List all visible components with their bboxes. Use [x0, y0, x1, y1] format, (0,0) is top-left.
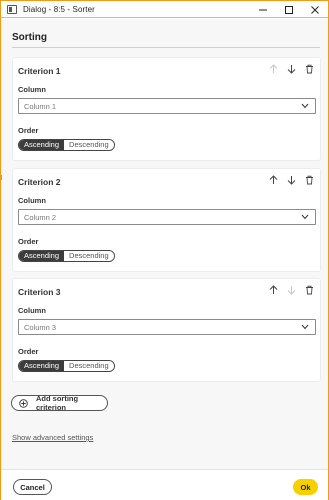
order-descending-option[interactable]: Descending	[64, 140, 114, 150]
minimize-icon[interactable]	[250, 1, 276, 18]
dialog-window: Dialog - 8:5 - Sorter Sorting Criterion …	[0, 0, 329, 500]
order-label: Order	[18, 237, 39, 246]
column-label: Column	[18, 85, 46, 94]
column-select[interactable]: Column 3	[18, 319, 316, 335]
column-select[interactable]: Column 2	[18, 209, 316, 225]
column-label: Column	[18, 196, 46, 205]
order-descending-option[interactable]: Descending	[64, 361, 114, 371]
column-select-value: Column 3	[24, 322, 57, 332]
move-down-icon[interactable]	[286, 174, 296, 185]
move-up-icon[interactable]	[268, 174, 278, 185]
order-ascending-option[interactable]: Ascending	[19, 251, 65, 261]
dialog-content: Sorting Criterion 1 Column Column 1 Orde…	[1, 19, 328, 469]
order-toggle: Ascending Descending	[18, 139, 115, 151]
cancel-button[interactable]: Cancel	[13, 479, 52, 495]
move-up-icon[interactable]	[268, 284, 278, 295]
criterion-card-1: Criterion 1 Column Column 1 Order Ascend…	[12, 57, 321, 161]
add-circle-icon	[19, 398, 28, 408]
dialog-footer: Cancel Ok	[1, 469, 328, 500]
order-ascending-option[interactable]: Ascending	[19, 140, 65, 150]
add-sorting-criterion-button[interactable]: Add sorting criterion	[11, 394, 108, 412]
move-up-icon[interactable]	[268, 63, 278, 74]
page-title: Sorting	[12, 32, 47, 43]
move-down-icon[interactable]	[286, 284, 296, 295]
criterion-card-2: Criterion 2 Column Column 2 Order Ascend…	[12, 168, 321, 272]
column-select-value: Column 1	[24, 101, 57, 111]
column-select[interactable]: Column 1	[18, 98, 316, 114]
column-label: Column	[18, 306, 46, 315]
column-select-value: Column 2	[24, 212, 57, 222]
delete-icon[interactable]	[304, 63, 314, 74]
heading-divider	[12, 47, 320, 48]
title-bar[interactable]: Dialog - 8:5 - Sorter	[1, 1, 328, 18]
close-icon[interactable]	[302, 1, 328, 18]
window-controls	[250, 1, 328, 18]
delete-icon[interactable]	[304, 174, 314, 185]
delete-icon[interactable]	[304, 284, 314, 295]
app-icon	[7, 4, 17, 14]
criterion-title: Criterion 2	[18, 177, 61, 187]
order-label: Order	[18, 126, 39, 135]
order-toggle: Ascending Descending	[18, 360, 115, 372]
chevron-down-icon	[301, 324, 309, 330]
order-toggle: Ascending Descending	[18, 250, 115, 262]
move-down-icon[interactable]	[286, 63, 296, 74]
criterion-title: Criterion 3	[18, 287, 61, 297]
order-label: Order	[18, 347, 39, 356]
chevron-down-icon	[301, 103, 309, 109]
criterion-title: Criterion 1	[18, 66, 61, 76]
order-ascending-option[interactable]: Ascending	[19, 361, 65, 371]
add-sorting-criterion-label: Add sorting criterion	[36, 394, 79, 412]
window-title: Dialog - 8:5 - Sorter	[23, 4, 95, 14]
criterion-tools	[268, 174, 314, 185]
criterion-tools	[268, 284, 314, 295]
criterion-card-3: Criterion 3 Column Column 3 Order Ascend…	[12, 278, 321, 382]
criterion-tools	[268, 63, 314, 74]
chevron-down-icon	[301, 214, 309, 220]
show-advanced-settings-link[interactable]: Show advanced settings	[12, 433, 93, 442]
order-descending-option[interactable]: Descending	[64, 251, 114, 261]
ok-button[interactable]: Ok	[293, 479, 318, 495]
window-edge-marker	[0, 175, 2, 180]
maximize-icon[interactable]	[276, 1, 302, 18]
